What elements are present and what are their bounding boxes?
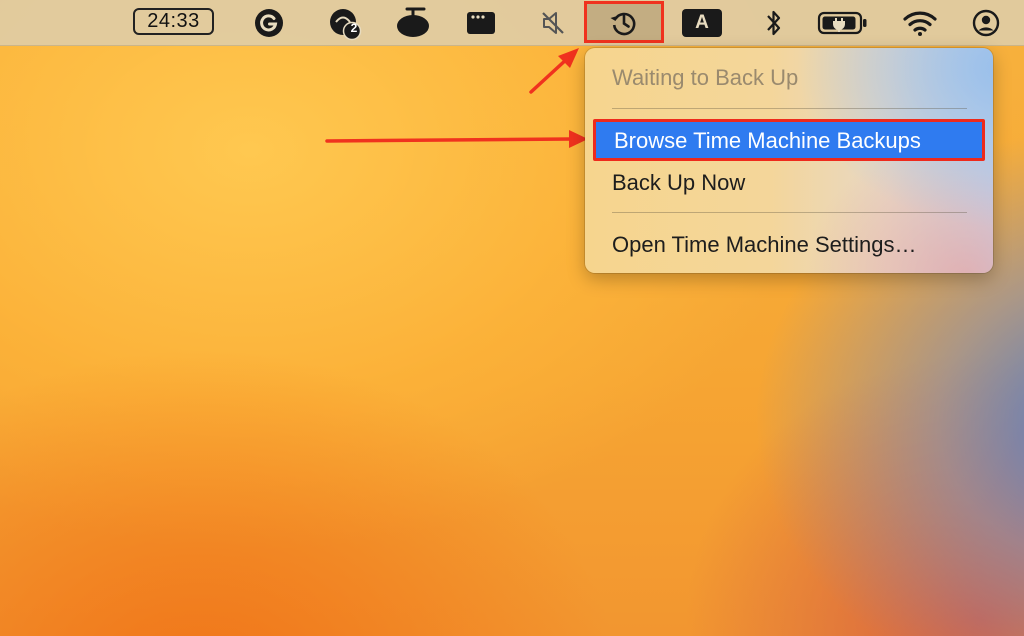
open-settings-item[interactable]: Open Time Machine Settings… xyxy=(612,232,916,258)
menu-status-label: Waiting to Back Up xyxy=(612,65,799,90)
menu-separator xyxy=(612,212,967,213)
time-machine-menu: Waiting to Back Up Browse Time Machine B… xyxy=(585,48,993,273)
back-up-now-item[interactable]: Back Up Now xyxy=(612,170,745,196)
menu-separator xyxy=(612,108,967,109)
arrow-to-browse-item xyxy=(325,130,588,148)
arrow-to-menu-icon xyxy=(529,48,579,94)
browse-backups-label: Browse Time Machine Backups xyxy=(614,128,921,153)
browse-backups-item[interactable]: Browse Time Machine Backups xyxy=(593,119,985,161)
